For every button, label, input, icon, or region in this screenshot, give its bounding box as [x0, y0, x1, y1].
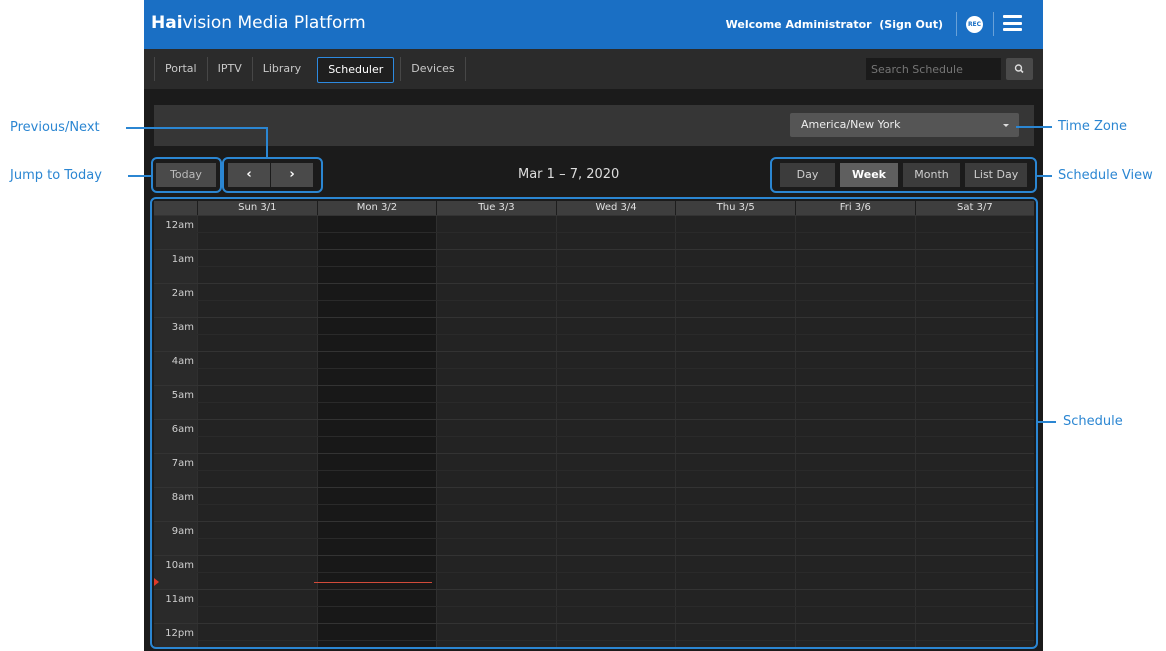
callout-schedule: Schedule [1063, 414, 1123, 429]
menu-icon[interactable] [1003, 15, 1022, 31]
top-bar: Haivision Media Platform Welcome Adminis… [144, 0, 1043, 49]
schedule-highlight [150, 197, 1038, 649]
tab-library[interactable]: Library [251, 57, 311, 81]
welcome-text: Welcome Administrator (Sign Out) [726, 18, 943, 31]
search-input[interactable] [866, 58, 1001, 80]
brand-logo[interactable]: Haivision Media Platform [151, 13, 366, 33]
callout-line [1016, 126, 1052, 128]
tab-scheduler[interactable]: Scheduler [317, 57, 395, 83]
timezone-select[interactable]: America/New York [790, 113, 1019, 137]
brand-bold: Hai [151, 13, 183, 33]
timezone-value: America/New York [801, 118, 901, 131]
search-icon [1014, 64, 1024, 74]
callout-line [1037, 175, 1052, 177]
divider [956, 12, 957, 36]
tab-iptv[interactable]: IPTV [206, 57, 252, 81]
tab-devices[interactable]: Devices [400, 57, 466, 81]
brand-rest: vision Media Platform [182, 13, 366, 33]
callout-line [128, 175, 151, 177]
sign-out-link[interactable]: (Sign Out) [879, 18, 943, 31]
rec-icon[interactable]: REC [966, 16, 983, 33]
search-button[interactable] [1006, 58, 1033, 80]
callout-jump-to-today: Jump to Today [10, 168, 102, 183]
callout-schedule-view: Schedule View [1058, 168, 1153, 183]
callout-line [1038, 421, 1056, 423]
nav-tabs: Portal IPTV Library Scheduler Devices [154, 57, 466, 83]
nav-bar: Portal IPTV Library Scheduler Devices [144, 49, 1043, 89]
prev-next-highlight [222, 157, 323, 193]
divider [993, 12, 994, 36]
date-range-title: Mar 1 – 7, 2020 [518, 167, 620, 182]
callout-time-zone: Time Zone [1058, 119, 1128, 134]
callout-line [266, 127, 268, 157]
callout-line [126, 127, 268, 129]
tab-portal[interactable]: Portal [154, 57, 207, 81]
caret-down-icon [1003, 124, 1009, 127]
welcome-label: Welcome Administrator [725, 18, 872, 31]
view-highlight [770, 157, 1037, 193]
today-highlight [151, 157, 222, 193]
callout-previous-next: Previous/Next [10, 120, 100, 135]
